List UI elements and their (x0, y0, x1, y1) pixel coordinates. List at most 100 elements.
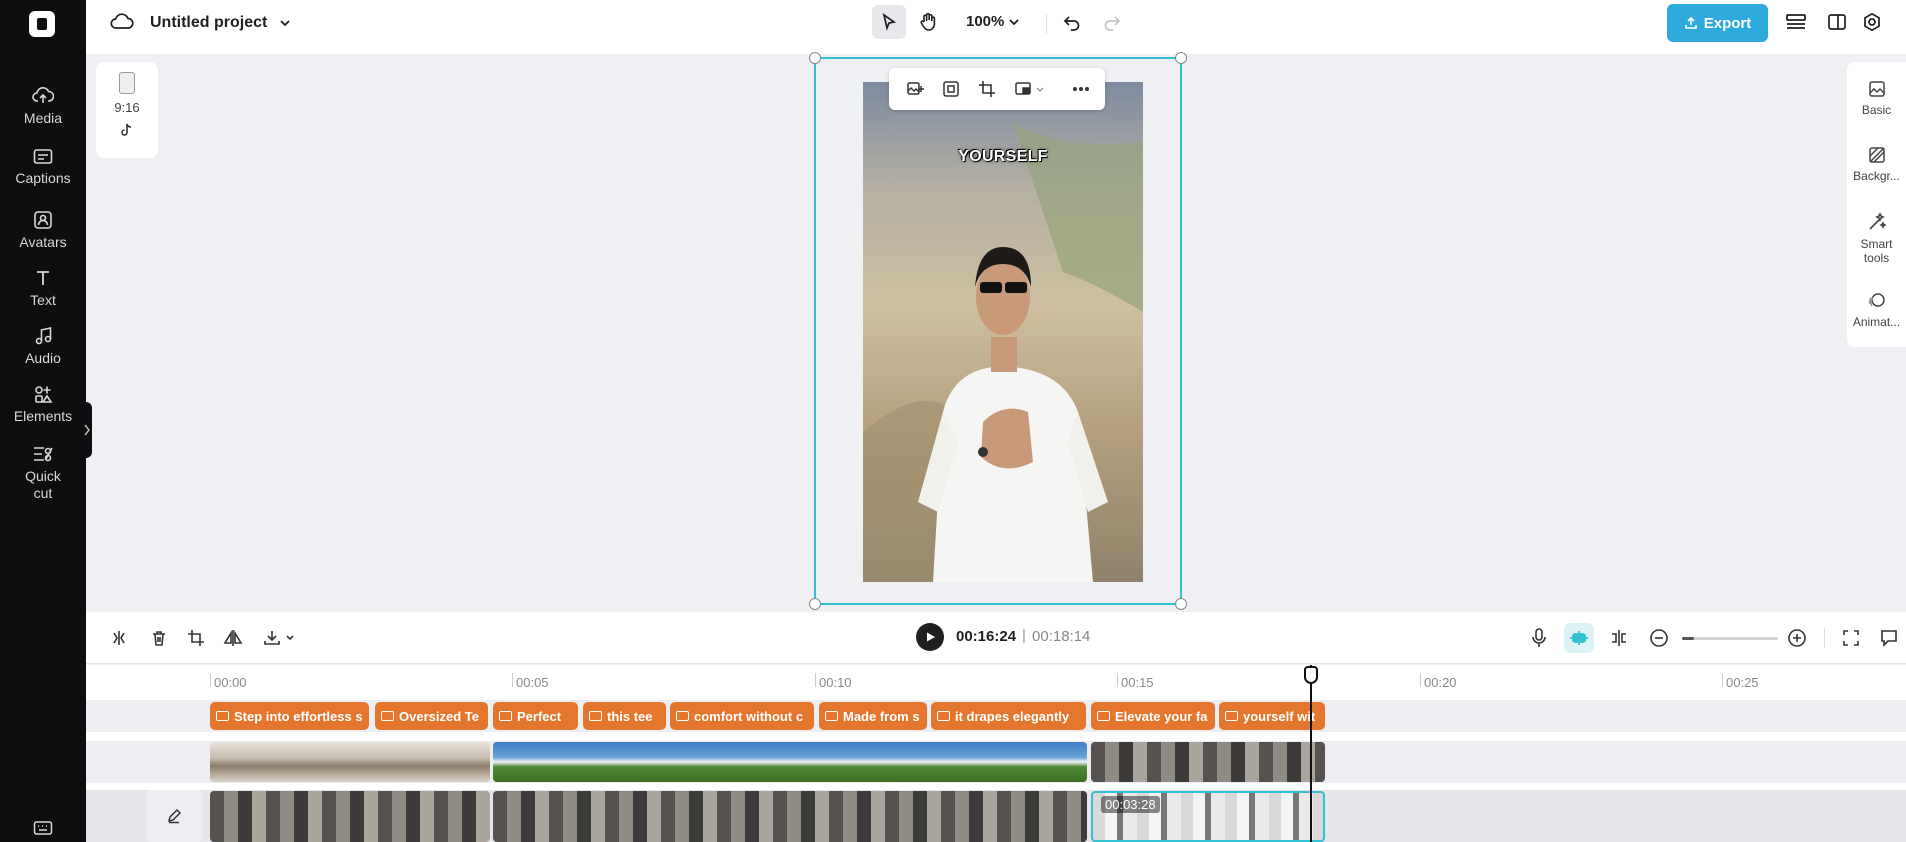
panel-tab-basic[interactable]: Basic (1847, 80, 1906, 117)
video-clip[interactable] (210, 791, 490, 842)
video-clip[interactable] (1091, 742, 1325, 782)
resize-handle[interactable] (1175, 52, 1187, 64)
cursor-icon (882, 13, 897, 31)
chevron-down-icon[interactable] (278, 16, 292, 30)
video-caption-overlay[interactable]: YOURSELF (863, 148, 1143, 166)
cloud-save-icon[interactable] (110, 12, 134, 32)
crop-icon (188, 630, 204, 646)
zoom-level[interactable]: 100% (966, 13, 1004, 30)
download-button[interactable] (260, 625, 300, 651)
panel-tab-smart-tools[interactable]: Smart tools (1847, 212, 1906, 265)
timeline-zoom-slider[interactable] (1682, 637, 1778, 640)
sidebar-item-label: Media (23, 110, 63, 126)
top-bar: Untitled project 100% Export (86, 0, 1906, 54)
ruler-label: 00:15 (1121, 675, 1154, 690)
undo-button[interactable] (1062, 12, 1082, 32)
sidebar-item-audio[interactable]: Audio (0, 326, 86, 367)
zoom-out-button[interactable] (1646, 625, 1672, 651)
caption-chip[interactable]: Oversized Te (375, 702, 488, 730)
sidebar-item-avatars[interactable]: Avatars (0, 210, 86, 251)
panel-tab-animation[interactable]: Animat... (1847, 292, 1906, 329)
sidebar-item-quick-cut[interactable]: Quick cut (0, 444, 86, 502)
caption-chip[interactable]: comfort without c (670, 702, 814, 730)
total-duration: 00:18:14 (1032, 628, 1091, 645)
resize-handle[interactable] (809, 598, 821, 610)
video-preview[interactable]: YOURSELF (863, 82, 1143, 582)
aspect-ratio-card[interactable]: 9:16 (96, 62, 158, 158)
layers-button[interactable] (1785, 12, 1807, 32)
tiktok-icon (121, 123, 132, 136)
caption-chip[interactable]: it drapes elegantly (931, 702, 1086, 730)
redo-button[interactable] (1102, 12, 1122, 32)
playhead-handle[interactable] (1304, 666, 1318, 684)
fullscreen-button[interactable] (1838, 625, 1864, 651)
sidebar-item-elements[interactable]: Elements (0, 384, 86, 425)
sidebar-item-captions[interactable]: Captions (0, 148, 86, 187)
sidebar-item-label: Avatars (19, 234, 67, 250)
picture-in-picture-button[interactable] (1009, 75, 1049, 103)
sidebar-item-text[interactable]: Text (0, 268, 86, 309)
zoom-in-button[interactable] (1784, 625, 1810, 651)
chat-bubble-icon (1881, 630, 1897, 647)
flip-button[interactable] (220, 625, 246, 651)
undo-icon (1063, 16, 1080, 31)
replace-media-button[interactable] (901, 75, 929, 103)
playhead-line[interactable] (1310, 665, 1312, 842)
link-tracks-button[interactable] (1606, 625, 1632, 651)
video-clip[interactable] (210, 742, 490, 782)
play-button[interactable] (916, 623, 944, 651)
aspect-ratio-label: 9:16 (114, 100, 140, 115)
app-logo[interactable] (29, 11, 55, 37)
timeline[interactable]: 00:00 00:05 00:10 00:15 00:20 00:25 Step… (86, 665, 1906, 842)
sidebar-item-media[interactable]: Media (0, 86, 86, 127)
avatar-icon (34, 211, 52, 229)
export-label: Export (1703, 14, 1752, 32)
resize-handle[interactable] (1175, 598, 1187, 610)
divider (1046, 14, 1047, 34)
video-clip[interactable] (493, 791, 1087, 842)
trash-icon (153, 631, 165, 646)
portrait-ratio-icon (119, 72, 135, 94)
crop-clip-button[interactable] (183, 625, 209, 651)
minus-circle-icon (1650, 629, 1668, 647)
video-clip[interactable] (493, 742, 1087, 782)
panel-tab-background[interactable]: Backgr... (1847, 146, 1906, 183)
export-button[interactable]: Export (1667, 4, 1768, 42)
ruler-label: 00:25 (1726, 675, 1759, 690)
caption-chip[interactable]: this tee (583, 702, 666, 730)
record-voiceover-button[interactable] (1526, 625, 1552, 651)
caption-chip[interactable]: Step into effortless s (210, 702, 369, 730)
hand-tool-button[interactable] (911, 5, 945, 39)
auto-snap-toggle[interactable] (1564, 623, 1594, 653)
comment-button[interactable] (1876, 625, 1902, 651)
ruler-tick (512, 673, 513, 687)
more-horizontal-icon (1073, 87, 1089, 91)
split-button[interactable] (106, 625, 132, 651)
cover-edit-button[interactable] (146, 790, 202, 842)
music-note-icon (35, 327, 52, 345)
project-title[interactable]: Untitled project (150, 14, 267, 32)
keyboard-shortcuts-button[interactable] (0, 820, 86, 840)
ruler-tick (1117, 673, 1118, 687)
delete-button[interactable] (146, 625, 172, 651)
snap-icon (1570, 631, 1588, 645)
resize-handle[interactable] (809, 52, 821, 64)
settings-button[interactable] (1862, 12, 1882, 32)
left-sidebar: Media Captions Avatars Text Audio Elemen… (0, 0, 86, 842)
keyboard-icon (33, 821, 53, 835)
selected-video-clip[interactable]: 00:03:28 (1091, 791, 1325, 842)
sidebar-item-label: Quick cut (25, 468, 61, 501)
more-options-button[interactable] (1067, 75, 1095, 103)
sidebar-collapse-handle[interactable] (82, 402, 92, 458)
select-tool-button[interactable] (872, 5, 906, 39)
caption-chip[interactable]: Made from s (819, 702, 927, 730)
caption-chip[interactable]: Perfect (493, 702, 578, 730)
crop-button[interactable] (973, 75, 1001, 103)
animation-icon (1868, 293, 1885, 307)
panel-layout-button[interactable] (1827, 12, 1847, 32)
fullscreen-icon (1843, 630, 1859, 646)
fit-frame-button[interactable] (937, 75, 965, 103)
caption-chip[interactable]: Elevate your fa (1091, 702, 1215, 730)
zoom-dropdown-icon[interactable] (1008, 16, 1020, 28)
current-time: 00:16:24 (956, 628, 1017, 645)
